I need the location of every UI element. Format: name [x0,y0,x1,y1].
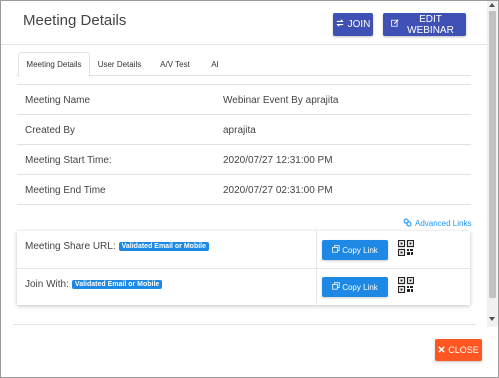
qr-code-icon[interactable] [397,276,415,294]
table-row: Meeting End Time 2020/07/27 02:31:00 PM [17,175,471,205]
share-url-label-group: Meeting Share URL: Validated Email or Mo… [25,241,210,252]
tab-user-details[interactable]: User Details [93,52,146,76]
start-time-label: Meeting Start Time: [25,155,112,166]
join-with-row: Join With: Validated Email or Mobile Cop… [17,268,470,306]
table-row: Created By aprajita [17,115,471,145]
edit-webinar-button[interactable]: EDIT WEBINAR [383,13,466,36]
tab-meeting-details[interactable]: Meeting Details [18,52,90,77]
divider [316,231,317,268]
scroll-thumb[interactable] [489,11,496,298]
table-row: Meeting Name Webinar Event By aprajita [17,85,471,115]
validated-badge: Validated Email or Mobile [71,280,163,289]
end-time-value: 2020/07/27 02:31:00 PM [223,185,333,196]
scroll-up-arrow-icon[interactable] [489,3,495,7]
share-links-card: Meeting Share URL: Validated Email or Mo… [17,231,470,306]
vertical-scrollbar[interactable] [487,1,498,327]
start-time-value: 2020/07/27 12:31:00 PM [223,155,333,166]
copy-link-label: Copy Link [342,245,378,255]
end-time-label: Meeting End Time [25,185,106,196]
advanced-links-label: Advanced Links [415,219,472,228]
join-with-label-group: Join With: Validated Email or Mobile [25,279,163,290]
edit-webinar-label: EDIT WEBINAR [407,13,454,36]
created-by-label: Created By [25,125,76,136]
modal-title: Meeting Details [23,12,127,29]
modal-header: Meeting Details JOIN EDIT WEBINAR [1,1,487,45]
meeting-details-table: Meeting Name Webinar Event By aprajita C… [17,84,471,205]
advanced-links-link[interactable]: Advanced Links [403,218,471,229]
tab-ai[interactable]: AI [205,52,225,76]
divider [316,269,317,306]
join-with-label: Join With: [25,279,69,290]
created-by-value: aprajita [223,125,256,136]
validated-badge: Validated Email or Mobile [118,242,210,251]
close-button[interactable]: CLOSE [435,339,482,361]
copy-join-link-button[interactable]: Copy Link [322,277,388,297]
join-label: JOIN [347,19,371,30]
copy-link-label: Copy Link [342,282,378,292]
copy-icon [332,245,340,255]
join-button[interactable]: JOIN [333,13,373,36]
meeting-details-modal: Meeting Details JOIN EDIT WEBINAR Meetin… [0,0,499,378]
share-url-row: Meeting Share URL: Validated Email or Mo… [17,231,470,268]
copy-share-url-button[interactable]: Copy Link [322,240,388,260]
footer-divider [13,324,476,325]
swap-icon [335,19,344,30]
meeting-name-value: Webinar Event By aprajita [223,95,339,106]
edit-icon [391,19,399,30]
table-row: Meeting Start Time: 2020/07/27 12:31:00 … [17,145,471,175]
copy-icon [332,282,340,292]
meeting-name-label: Meeting Name [25,95,91,106]
close-label: CLOSE [448,345,479,355]
tab-bar: Meeting Details User Details A/V Test AI [17,52,471,77]
link-icon [403,218,412,229]
share-url-label: Meeting Share URL: [25,241,116,252]
scroll-down-arrow-icon[interactable] [489,317,495,321]
tab-av-test[interactable]: A/V Test [153,52,197,76]
qr-code-icon[interactable] [397,239,415,257]
close-icon [438,345,445,355]
